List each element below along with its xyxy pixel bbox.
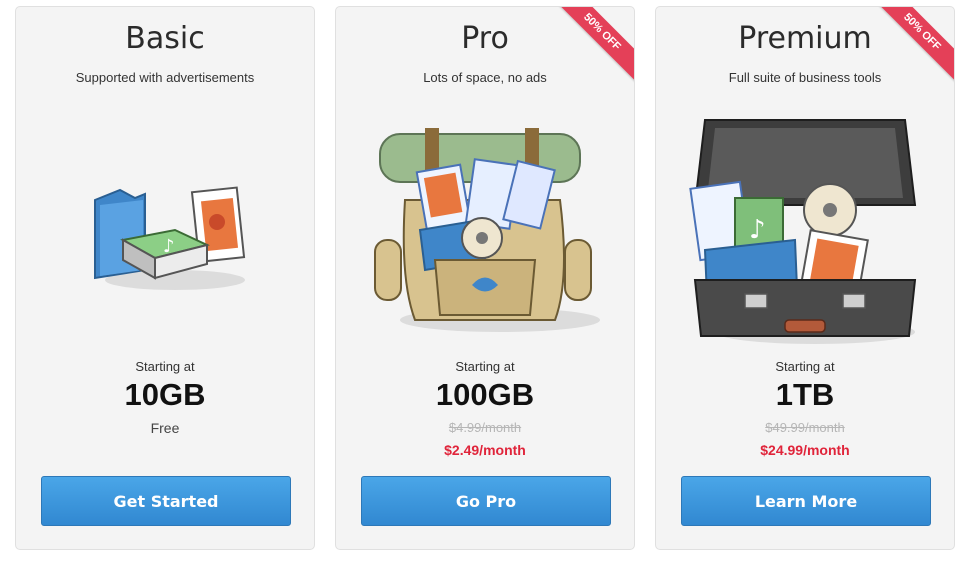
- storage-amount: 100GB: [435, 377, 535, 412]
- sale-price: $2.49/month: [444, 442, 526, 458]
- svg-text:♪: ♪: [163, 236, 175, 257]
- plan-card-pro: 50% OFF Pro Lots of space, no ads Starti…: [335, 6, 635, 550]
- learn-more-button[interactable]: Learn More: [681, 476, 931, 526]
- original-price: $4.99/month: [448, 420, 522, 435]
- plan-card-basic: Basic Supported with advertisements ♪ St…: [15, 6, 315, 550]
- briefcase-icon: ♪: [656, 107, 954, 352]
- backpack-icon: [336, 107, 634, 352]
- original-price: $49.99/month: [765, 420, 845, 435]
- go-pro-button[interactable]: Go Pro: [361, 476, 611, 526]
- folder-music-photos-icon: ♪: [16, 107, 314, 352]
- plan-description: Lots of space, no ads: [423, 70, 547, 85]
- starting-label: Starting at: [135, 359, 195, 374]
- starting-label: Starting at: [455, 359, 515, 374]
- svg-text:♪: ♪: [749, 215, 766, 245]
- price-free: Free: [150, 420, 180, 436]
- plan-title: Pro: [461, 21, 509, 56]
- storage-amount: 1TB: [775, 377, 835, 412]
- plan-description: Supported with advertisements: [75, 70, 255, 85]
- storage-amount: 10GB: [124, 377, 206, 412]
- sale-price: $24.99/month: [760, 442, 850, 458]
- starting-label: Starting at: [775, 359, 835, 374]
- plan-title: Premium: [738, 21, 872, 56]
- plan-title: Basic: [125, 21, 205, 56]
- plan-card-premium: 50% OFF Premium Full suite of business t…: [655, 6, 955, 550]
- plan-description: Full suite of business tools: [728, 70, 882, 85]
- get-started-button[interactable]: Get Started: [41, 476, 291, 526]
